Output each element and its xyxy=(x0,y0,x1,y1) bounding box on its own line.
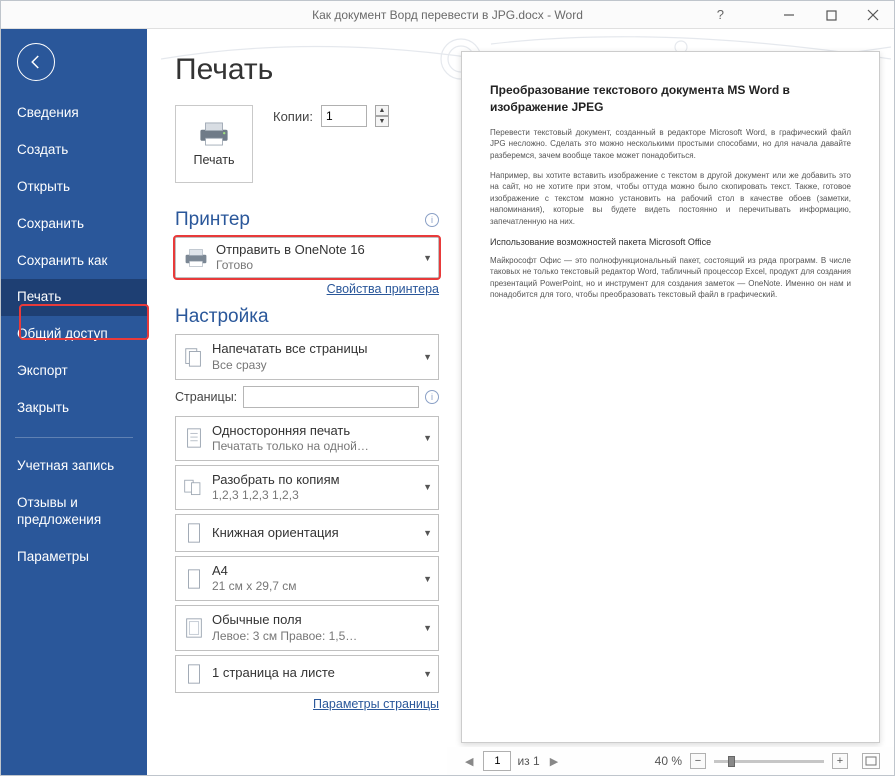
margins-dropdown[interactable]: Обычные поля Левое: 3 см Правое: 1,5… ▼ xyxy=(175,605,439,650)
sides-title: Односторонняя печать xyxy=(212,423,432,439)
back-button[interactable] xyxy=(17,43,55,81)
sidebar-item-info[interactable]: Сведения xyxy=(1,95,147,132)
sidebar-item-options[interactable]: Параметры xyxy=(1,539,147,576)
orientation-title: Книжная ориентация xyxy=(212,525,432,541)
collate-dropdown[interactable]: Разобрать по копиям 1,2,3 1,2,3 1,2,3 ▼ xyxy=(175,465,439,510)
orientation-dropdown[interactable]: Книжная ориентация ▼ xyxy=(175,514,439,552)
sidebar-item-save[interactable]: Сохранить xyxy=(1,206,147,243)
close-button[interactable] xyxy=(852,1,894,29)
sheet-icon xyxy=(185,663,203,685)
printer-dropdown[interactable]: Отправить в OneNote 16 Готово ▼ xyxy=(175,237,439,278)
zoom-thumb[interactable] xyxy=(728,756,735,767)
pages-input[interactable] xyxy=(243,386,419,408)
next-page-button[interactable]: ▶ xyxy=(546,755,562,768)
preview-footer: ◀ из 1 ▶ 40 % − + xyxy=(447,747,894,775)
zoom-slider[interactable] xyxy=(714,760,824,763)
sides-dropdown[interactable]: Односторонняя печать Печатать только на … xyxy=(175,416,439,461)
margins-sub: Левое: 3 см Правое: 1,5… xyxy=(212,629,432,644)
printer-small-icon xyxy=(183,247,209,269)
preview-paragraph: Например, вы хотите вставить изображение… xyxy=(490,170,851,228)
sidebar-item-print[interactable]: Печать xyxy=(1,279,147,316)
margins-icon xyxy=(184,617,204,639)
printer-properties-link[interactable]: Свойства принтера xyxy=(175,282,439,296)
zoom-in-button[interactable]: + xyxy=(832,753,848,769)
sidebar-item-save-as[interactable]: Сохранить как xyxy=(1,243,147,280)
printer-name: Отправить в OneNote 16 xyxy=(216,242,432,258)
titlebar: Как документ Ворд перевести в JPG.docx -… xyxy=(1,1,894,29)
help-button[interactable]: ? xyxy=(717,7,724,22)
print-button-label: Печать xyxy=(194,153,235,167)
zoom-label: 40 % xyxy=(655,754,682,768)
pps-title: 1 страница на листе xyxy=(212,665,432,681)
sidebar-item-open[interactable]: Открыть xyxy=(1,169,147,206)
chevron-down-icon: ▼ xyxy=(423,482,432,492)
sidebar-item-account[interactable]: Учетная запись xyxy=(1,448,147,485)
sidebar-item-export[interactable]: Экспорт xyxy=(1,353,147,390)
sidebar-item-close[interactable]: Закрыть xyxy=(1,390,147,427)
sides-sub: Печатать только на одной… xyxy=(212,439,432,454)
settings-section-label: Настройка xyxy=(175,306,439,328)
fit-icon xyxy=(865,756,877,766)
print-range-title: Напечатать все страницы xyxy=(212,341,432,357)
sidebar-item-share[interactable]: Общий доступ xyxy=(1,316,147,353)
pages-per-sheet-dropdown[interactable]: 1 страница на листе ▼ xyxy=(175,655,439,693)
paper-sub: 21 см x 29,7 см xyxy=(212,579,432,594)
preview-paragraph: Майкрософт Офис — это полнофункциональны… xyxy=(490,255,851,301)
print-settings-column: Печать Печать Копии: xyxy=(147,29,447,775)
prev-page-button[interactable]: ◀ xyxy=(461,755,477,768)
chevron-down-icon: ▼ xyxy=(423,352,432,362)
page-side-icon xyxy=(184,427,204,449)
pages-icon xyxy=(183,346,205,368)
chevron-down-icon: ▼ xyxy=(423,253,432,263)
chevron-down-icon: ▼ xyxy=(423,669,432,679)
collate-sub: 1,2,3 1,2,3 1,2,3 xyxy=(212,488,432,503)
collate-title: Разобрать по копиям xyxy=(212,472,432,488)
minimize-button[interactable] xyxy=(768,1,810,29)
info-icon[interactable]: i xyxy=(425,390,439,404)
page-number-input[interactable] xyxy=(483,751,511,771)
chevron-down-icon: ▼ xyxy=(423,528,432,538)
preview-paragraph: Перевести текстовый документ, созданный … xyxy=(490,127,851,162)
sidebar-item-feedback[interactable]: Отзывы и предложения xyxy=(1,485,147,539)
print-range-dropdown[interactable]: Напечатать все страницы Все сразу ▼ xyxy=(175,334,439,379)
info-icon[interactable]: i xyxy=(425,213,439,227)
margins-title: Обычные поля xyxy=(212,612,432,628)
print-range-sub: Все сразу xyxy=(212,358,432,373)
zoom-fit-button[interactable] xyxy=(862,753,880,769)
preview-doc-title: Преобразование текстового документа MS W… xyxy=(490,82,851,117)
window-controls xyxy=(768,1,894,29)
copies-label: Копии: xyxy=(273,109,313,124)
sidebar-divider xyxy=(15,437,133,438)
printer-icon xyxy=(197,121,231,147)
preview-subheading: Использование возможностей пакета Micros… xyxy=(490,236,851,249)
chevron-down-icon: ▼ xyxy=(423,433,432,443)
print-preview-column: Преобразование текстового документа MS W… xyxy=(447,29,894,775)
collate-icon xyxy=(183,476,205,498)
sidebar: Сведения Создать Открыть Сохранить Сохра… xyxy=(1,29,147,775)
pages-label: Страницы: xyxy=(175,390,237,404)
paper-icon xyxy=(185,568,203,590)
printer-status: Готово xyxy=(216,258,432,273)
page-title: Печать xyxy=(175,53,439,87)
orientation-icon xyxy=(185,522,203,544)
sidebar-item-new[interactable]: Создать xyxy=(1,132,147,169)
chevron-down-icon: ▼ xyxy=(423,623,432,633)
zoom-out-button[interactable]: − xyxy=(690,753,706,769)
copies-input[interactable] xyxy=(321,105,367,127)
print-button[interactable]: Печать xyxy=(175,105,253,183)
page-total-label: из 1 xyxy=(517,754,539,768)
window-title: Как документ Ворд перевести в JPG.docx -… xyxy=(1,8,894,22)
paper-title: A4 xyxy=(212,563,432,579)
printer-section-label: Принтер xyxy=(175,209,250,231)
page-setup-link[interactable]: Параметры страницы xyxy=(175,697,439,711)
paper-size-dropdown[interactable]: A4 21 см x 29,7 см ▼ xyxy=(175,556,439,601)
maximize-button[interactable] xyxy=(810,1,852,29)
preview-page: Преобразование текстового документа MS W… xyxy=(461,51,880,743)
copies-spin-up[interactable]: ▲ xyxy=(375,105,389,116)
copies-spin-down[interactable]: ▼ xyxy=(375,116,389,127)
chevron-down-icon: ▼ xyxy=(423,574,432,584)
